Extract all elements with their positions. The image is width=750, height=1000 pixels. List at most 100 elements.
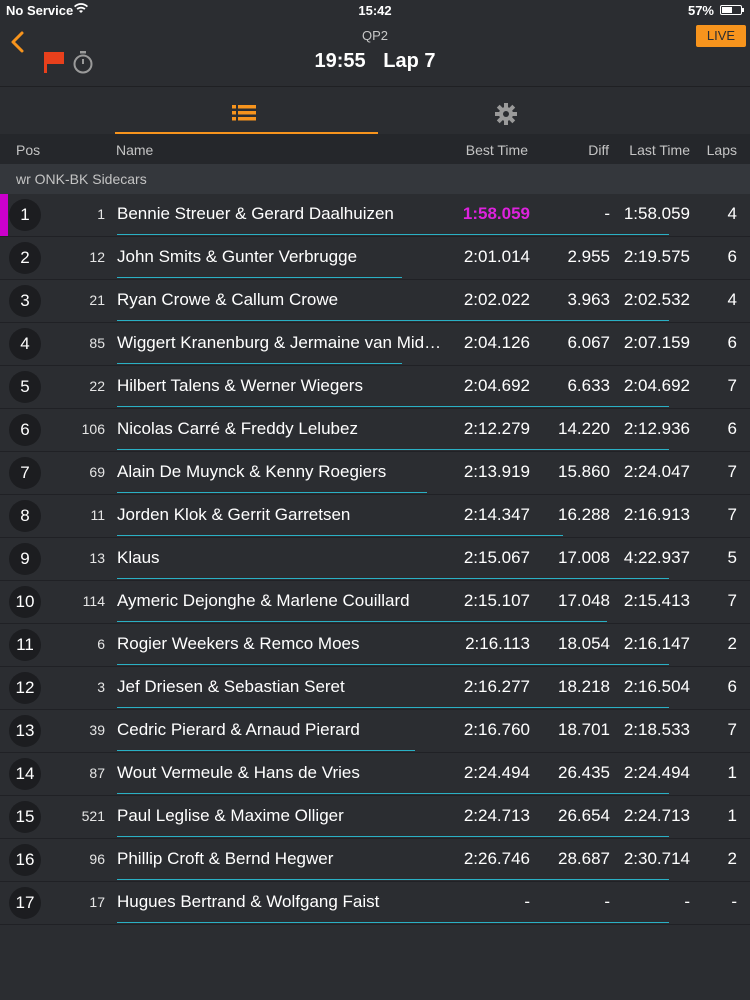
rider-names: Hilbert Talens & Werner Wiegers xyxy=(117,376,363,395)
lap-progress-bar xyxy=(117,922,669,923)
last-time: 2:07.159 xyxy=(623,333,690,352)
session-timing: 19:55 Lap 7 xyxy=(0,50,750,73)
race-number: 3 xyxy=(97,679,105,695)
result-row[interactable]: 8 11 Jorden Klok & Gerrit Garretsen 2:14.34… xyxy=(0,495,750,538)
tab-list-view[interactable] xyxy=(115,87,378,135)
result-row[interactable]: 14 87 Wout Vermeule & Hans de Vries 2:24.49… xyxy=(0,753,750,796)
lap-progress-bar xyxy=(117,234,669,235)
remaining-time: 19:55 xyxy=(314,50,366,72)
col-last-time[interactable]: Last Time xyxy=(610,142,690,158)
lap-count: 1 xyxy=(727,763,737,782)
position-badge: 7 xyxy=(9,457,41,489)
position-badge: 3 xyxy=(9,285,41,317)
lap-progress-bar xyxy=(117,578,669,579)
result-row[interactable]: 9 13 Klaus 2:15.067 17.008 4:22.937 5 xyxy=(0,538,750,581)
last-time: 2:24.494 xyxy=(623,763,690,782)
best-time: 2:16.760 xyxy=(463,720,530,739)
last-time: 4:22.937 xyxy=(623,548,690,567)
race-number: 69 xyxy=(89,464,105,480)
lap-count: 4 xyxy=(727,290,737,309)
result-row[interactable]: 1 1 Bennie Streuer & Gerard Daalhuizen 1:58… xyxy=(0,194,750,237)
result-row[interactable]: 16 96 Phillip Croft & Bernd Hegwer 2:26.746… xyxy=(0,839,750,882)
result-row[interactable]: 13 39 Cedric Pierard & Arnaud Pierard 2:16.… xyxy=(0,710,750,753)
result-row[interactable]: 6 106 Nicolas Carré & Freddy Lelubez 2:12.2… xyxy=(0,409,750,452)
session-header: QP2 19:55 Lap 7 LIVE xyxy=(0,20,750,86)
lap-count: 2 xyxy=(727,849,737,868)
race-number: 11 xyxy=(90,507,105,523)
live-button[interactable]: LIVE xyxy=(696,25,746,47)
best-time: 2:13.919 xyxy=(463,462,530,481)
lap-progress-bar xyxy=(117,363,402,364)
lap-progress-bar xyxy=(117,406,669,407)
gap-diff: 3.963 xyxy=(567,290,610,309)
result-row[interactable]: 4 85 Wiggert Kranenburg & Jermaine van Mid… xyxy=(0,323,750,366)
result-row[interactable]: 17 17 Hugues Bertrand & Wolfgang Faist - - - - xyxy=(0,882,750,925)
lap-progress-bar xyxy=(117,879,669,880)
best-time: 2:15.107 xyxy=(463,591,530,610)
result-row[interactable]: 11 6 Rogier Weekers & Remco Moes 2:16.113 18… xyxy=(0,624,750,667)
rider-names: Hugues Bertrand & Wolfgang Faist xyxy=(117,892,380,911)
rider-names: Wout Vermeule & Hans de Vries xyxy=(117,763,360,782)
result-row[interactable]: 5 22 Hilbert Talens & Werner Wiegers 2:04.6… xyxy=(0,366,750,409)
col-name[interactable]: Name xyxy=(116,142,153,158)
result-row[interactable]: 7 69 Alain De Muynck & Kenny Roegiers 2:13.… xyxy=(0,452,750,495)
best-time: 2:26.746 xyxy=(463,849,530,868)
last-time: 2:16.504 xyxy=(623,677,690,696)
lap-progress-bar xyxy=(117,750,415,751)
position-badge: 14 xyxy=(9,758,41,790)
rider-names: John Smits & Gunter Verbrugge xyxy=(117,247,358,266)
lap-count: 1 xyxy=(727,806,737,825)
lap-progress-bar xyxy=(117,621,607,622)
race-number: 39 xyxy=(89,722,105,738)
lap-count: 7 xyxy=(727,720,737,739)
gap-diff: - xyxy=(604,204,610,223)
col-diff[interactable]: Diff xyxy=(540,142,609,158)
results-list: 1 1 Bennie Streuer & Gerard Daalhuizen 1:58… xyxy=(0,194,750,925)
race-number: 106 xyxy=(81,421,105,437)
gap-diff: 18.218 xyxy=(558,677,610,696)
last-time: 2:24.713 xyxy=(623,806,690,825)
lap-count: 7 xyxy=(727,505,737,524)
lap-progress-bar xyxy=(117,793,669,794)
class-group-header: wr ONK-BK Sidecars xyxy=(0,164,750,194)
col-laps[interactable]: Laps xyxy=(700,142,737,158)
result-row[interactable]: 10 114 Aymeric Dejonghe & Marlene Couillar… xyxy=(0,581,750,624)
result-row[interactable]: 12 3 Jef Driesen & Sebastian Seret 2:16.277… xyxy=(0,667,750,710)
rider-names: Ryan Crowe & Callum Crowe xyxy=(117,290,339,309)
best-time: 2:15.067 xyxy=(463,548,530,567)
last-time: 2:30.714 xyxy=(623,849,690,868)
position-badge: 5 xyxy=(9,371,41,403)
result-row[interactable]: 3 21 Ryan Crowe & Callum Crowe 2:02.022 3.96… xyxy=(0,280,750,323)
position-badge: 1 xyxy=(9,199,41,231)
rider-names: Phillip Croft & Bernd Hegwer xyxy=(117,849,334,868)
result-row[interactable]: 15 521 Paul Leglise & Maxime Olliger 2:24.7… xyxy=(0,796,750,839)
lap-count: 6 xyxy=(727,247,737,266)
gap-diff: 26.654 xyxy=(558,806,610,825)
last-time: 2:16.147 xyxy=(623,634,690,653)
position-badge: 10 xyxy=(9,586,41,618)
last-time: - xyxy=(684,892,690,911)
race-number: 17 xyxy=(89,894,105,910)
race-number: 12 xyxy=(89,249,105,265)
lap-count: 6 xyxy=(727,419,737,438)
result-row[interactable]: 2 12 John Smits & Gunter Verbrugge 2:01.014… xyxy=(0,237,750,280)
best-time: - xyxy=(524,892,530,911)
lap-count: - xyxy=(731,892,737,911)
position-badge: 11 xyxy=(9,629,41,661)
last-time: 2:15.413 xyxy=(623,591,690,610)
gap-diff: 16.288 xyxy=(558,505,610,524)
position-badge: 16 xyxy=(9,844,41,876)
race-number: 96 xyxy=(89,851,105,867)
rider-names: Jorden Klok & Gerrit Garretsen xyxy=(117,505,351,524)
col-best-time[interactable]: Best Time xyxy=(440,142,528,158)
col-pos[interactable]: Pos xyxy=(16,142,40,158)
last-time: 2:12.936 xyxy=(623,419,690,438)
race-number: 6 xyxy=(97,636,105,652)
tab-settings[interactable] xyxy=(378,87,634,135)
battery-percent: 57% xyxy=(687,3,714,18)
lap-progress-bar xyxy=(117,535,563,536)
position-badge: 9 xyxy=(9,543,41,575)
lap-count: 7 xyxy=(727,462,737,481)
rider-names: Wiggert Kranenburg & Jermaine van Middeg… xyxy=(117,333,447,352)
gap-diff: 17.008 xyxy=(558,548,610,567)
